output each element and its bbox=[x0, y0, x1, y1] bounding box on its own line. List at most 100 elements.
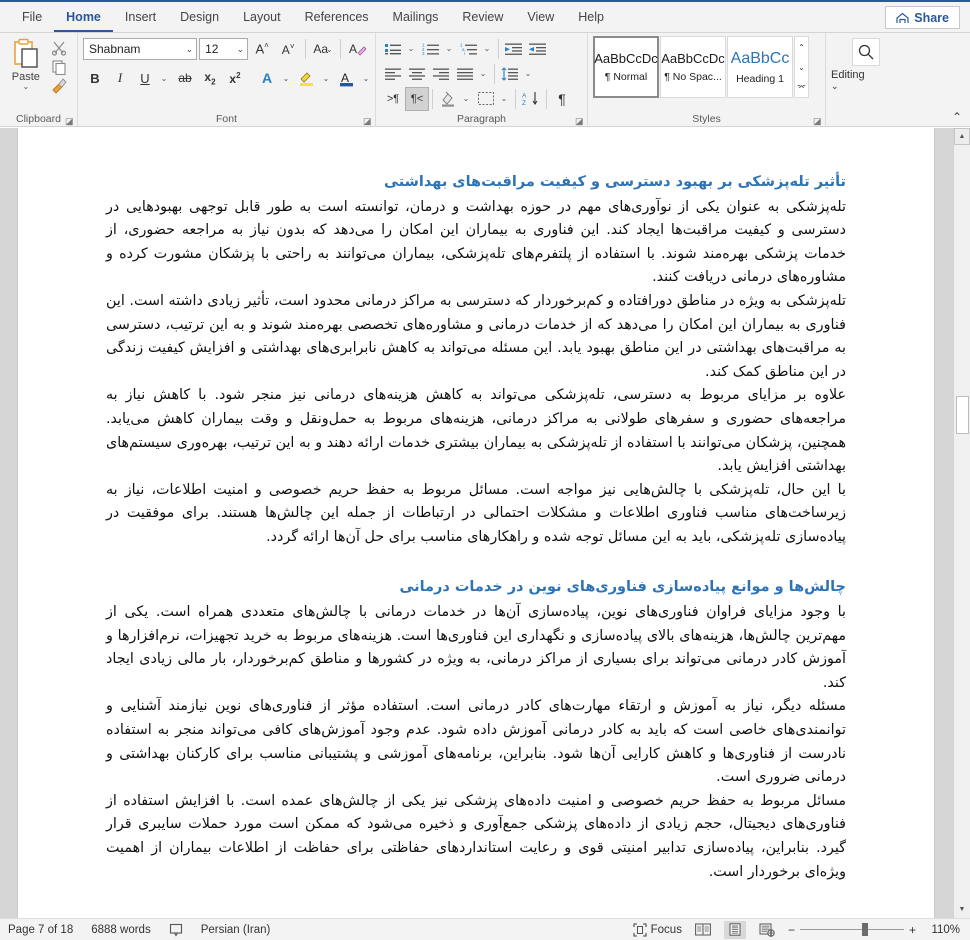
chevron-down-icon[interactable]: ⌄ bbox=[831, 81, 839, 92]
editing-group-label bbox=[831, 111, 901, 127]
ribbon-group-styles: AaBbCcDc ¶ Normal AaBbCcDc ¶ No Spac... … bbox=[588, 33, 826, 127]
strikethrough-button[interactable]: ab bbox=[173, 66, 197, 90]
font-size-value: 12 bbox=[205, 42, 219, 56]
borders-icon[interactable] bbox=[474, 87, 498, 111]
line-spacing-dropdown-icon[interactable]: ⌄ bbox=[522, 62, 536, 86]
zoom-slider[interactable]: − + bbox=[788, 923, 916, 937]
increase-indent-icon[interactable] bbox=[526, 37, 550, 61]
document-area: تأثیر تله‌پزشکی بر بهبود دسترسی و کیفیت … bbox=[0, 128, 970, 918]
grow-font-icon[interactable]: A˄ bbox=[250, 37, 274, 61]
vertical-scrollbar[interactable]: ▲ ▼ bbox=[953, 128, 970, 918]
scroll-up-button[interactable]: ▲ bbox=[954, 128, 970, 145]
scroll-down-button[interactable]: ▼ bbox=[954, 901, 970, 918]
shrink-font-icon[interactable]: A˅ bbox=[276, 37, 300, 61]
focus-mode-button[interactable]: Focus bbox=[633, 922, 682, 937]
proofing-errors-icon[interactable] bbox=[169, 923, 183, 937]
tab-references[interactable]: References bbox=[293, 3, 381, 32]
line-spacing-icon[interactable] bbox=[498, 62, 522, 86]
underline-dropdown-icon[interactable]: ⌄ bbox=[158, 66, 172, 90]
superscript-button[interactable]: x2 bbox=[223, 66, 247, 90]
highlight-dropdown-icon[interactable]: ⌄ bbox=[320, 66, 334, 90]
bold-button[interactable]: B bbox=[83, 66, 107, 90]
clipboard-dialog-launcher-icon[interactable]: ◪ bbox=[65, 116, 75, 126]
share-button[interactable]: Share bbox=[885, 6, 960, 29]
scrollbar-thumb[interactable] bbox=[956, 396, 969, 434]
copy-icon[interactable] bbox=[51, 59, 67, 75]
web-layout-button[interactable] bbox=[756, 921, 778, 939]
clear-formatting-icon[interactable]: A bbox=[346, 37, 370, 61]
tab-insert[interactable]: Insert bbox=[113, 3, 168, 32]
ribbon-group-paragraph: ⌄ 123 ⌄ 1ai ⌄ ⌄ ⌄ >¶ ¶< ⌄ ⌄ A Z ¶ Paragr… bbox=[376, 33, 588, 127]
document-page[interactable]: تأثیر تله‌پزشکی بر بهبود دسترسی و کیفیت … bbox=[18, 128, 934, 918]
multilevel-list-icon[interactable]: 1ai bbox=[457, 37, 481, 61]
shading-icon[interactable] bbox=[436, 87, 460, 111]
zoom-level[interactable]: 110% bbox=[926, 924, 960, 936]
show-paragraph-marks-icon[interactable]: ¶ bbox=[550, 87, 574, 111]
font-color-dropdown-icon[interactable]: ⌄ bbox=[360, 66, 374, 90]
read-mode-button[interactable] bbox=[692, 921, 714, 939]
align-left-icon[interactable] bbox=[381, 62, 405, 86]
print-layout-button[interactable] bbox=[723, 920, 746, 939]
style-normal[interactable]: AaBbCcDc ¶ Normal bbox=[593, 36, 659, 98]
right-to-left-text-icon[interactable]: ¶< bbox=[405, 86, 429, 111]
scroll-up-icon[interactable]: ⌃ bbox=[795, 37, 808, 57]
style-preview: AaBbCcDc bbox=[661, 51, 725, 66]
tab-help[interactable]: Help bbox=[566, 3, 616, 32]
language-indicator[interactable]: Persian (Iran) bbox=[201, 924, 271, 936]
font-name-combo[interactable]: Shabnam ⌄ bbox=[83, 38, 198, 60]
more-styles-icon[interactable]: ⌤ bbox=[795, 77, 808, 97]
justify-icon[interactable] bbox=[453, 62, 477, 86]
font-size-combo[interactable]: 12 ⌄ bbox=[199, 38, 249, 60]
italic-button[interactable]: I bbox=[108, 66, 132, 90]
tab-file[interactable]: File bbox=[10, 3, 54, 32]
tab-mailings[interactable]: Mailings bbox=[381, 3, 451, 32]
bullets-icon[interactable] bbox=[381, 37, 405, 61]
scissors-icon[interactable] bbox=[51, 40, 67, 56]
font-name-value: Shabnam bbox=[89, 42, 141, 56]
tab-review[interactable]: Review bbox=[450, 3, 515, 32]
tab-design[interactable]: Design bbox=[168, 3, 231, 32]
align-right-icon[interactable] bbox=[429, 62, 453, 86]
shading-dropdown-icon[interactable]: ⌄ bbox=[460, 87, 474, 111]
web-layout-icon bbox=[759, 923, 775, 937]
paste-button[interactable]: Paste ⌄ bbox=[5, 36, 47, 91]
zoom-thumb[interactable] bbox=[861, 923, 868, 936]
left-to-right-text-icon[interactable]: >¶ bbox=[381, 87, 405, 111]
text-effects-dropdown-icon[interactable]: ⌄ bbox=[280, 66, 294, 90]
chevron-down-icon[interactable]: ⌄ bbox=[22, 83, 29, 91]
align-center-icon[interactable] bbox=[405, 62, 429, 86]
borders-dropdown-icon[interactable]: ⌄ bbox=[498, 87, 512, 111]
multilevel-dropdown-icon[interactable]: ⌄ bbox=[481, 37, 495, 61]
format-painter-icon[interactable] bbox=[51, 78, 67, 94]
print-layout-icon bbox=[728, 923, 742, 936]
tab-layout[interactable]: Layout bbox=[231, 3, 293, 32]
zoom-track[interactable] bbox=[799, 923, 904, 936]
change-case-icon[interactable]: Aa ⌄ bbox=[311, 37, 335, 61]
scroll-down-icon[interactable]: ⌄ bbox=[795, 57, 808, 77]
collapse-ribbon-icon[interactable]: ⌃ bbox=[952, 110, 962, 124]
underline-button[interactable]: U bbox=[133, 66, 157, 90]
zoom-out-button[interactable]: − bbox=[788, 923, 795, 937]
subscript-button[interactable]: x2 bbox=[198, 66, 222, 90]
font-color-icon[interactable]: A bbox=[335, 66, 359, 90]
decrease-indent-icon[interactable] bbox=[502, 37, 526, 61]
text-highlight-icon[interactable] bbox=[295, 66, 319, 90]
page-indicator[interactable]: Page 7 of 18 bbox=[8, 924, 73, 936]
styles-dialog-launcher-icon[interactable]: ◪ bbox=[813, 116, 823, 126]
editing-button[interactable] bbox=[852, 38, 880, 66]
bullets-dropdown-icon[interactable]: ⌄ bbox=[405, 37, 419, 61]
numbering-icon[interactable]: 123 bbox=[419, 37, 443, 61]
sort-icon[interactable]: AZ bbox=[519, 87, 543, 111]
paragraph-dialog-launcher-icon[interactable]: ◪ bbox=[575, 116, 585, 126]
numbering-dropdown-icon[interactable]: ⌄ bbox=[443, 37, 457, 61]
word-count[interactable]: 6888 words bbox=[91, 924, 150, 936]
tab-view[interactable]: View bbox=[515, 3, 566, 32]
style-heading-1[interactable]: AaBbCc Heading 1 bbox=[727, 36, 793, 98]
alignment-dropdown-icon[interactable]: ⌄ bbox=[477, 62, 491, 86]
tab-home[interactable]: Home bbox=[54, 3, 113, 32]
style-no-spacing[interactable]: AaBbCcDc ¶ No Spac... bbox=[660, 36, 726, 98]
zoom-in-button[interactable]: + bbox=[909, 923, 916, 937]
focus-mode-icon bbox=[633, 922, 647, 937]
font-dialog-launcher-icon[interactable]: ◪ bbox=[363, 116, 373, 126]
text-effects-icon[interactable]: A bbox=[255, 66, 279, 90]
